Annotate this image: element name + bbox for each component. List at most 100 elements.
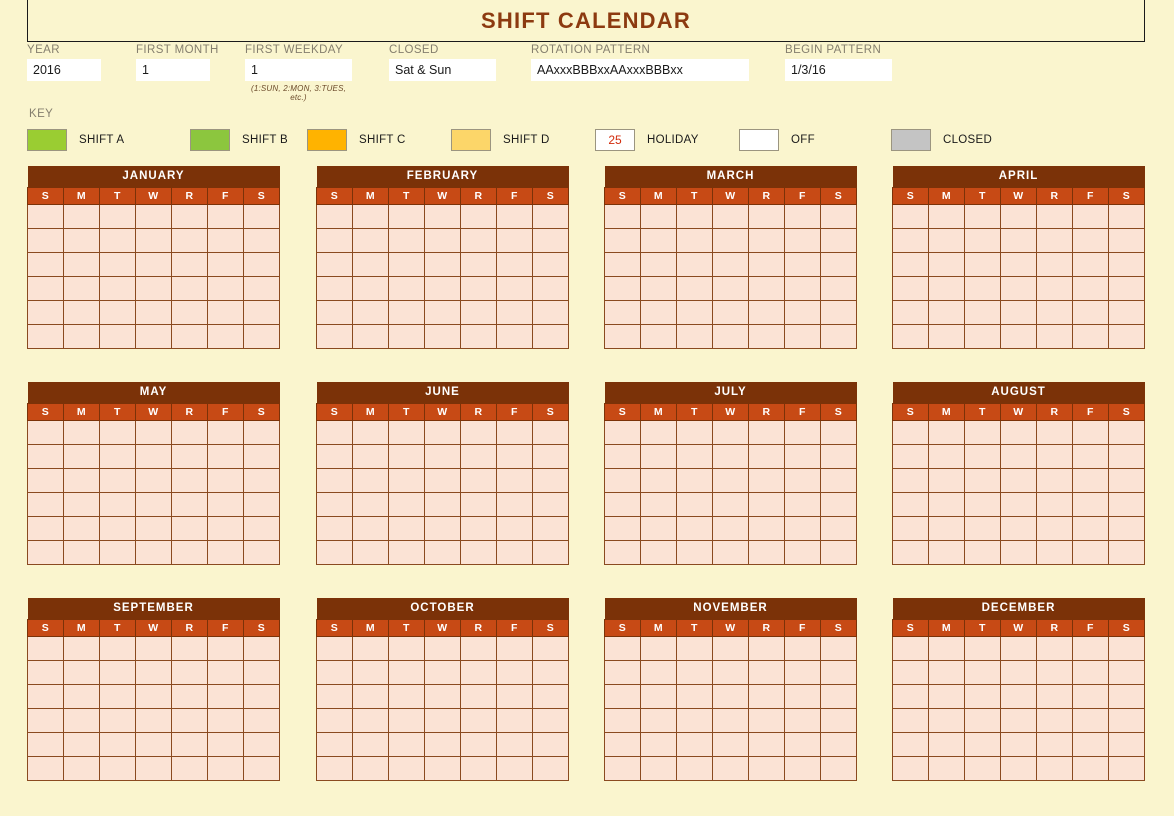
day-cell[interactable] bbox=[352, 227, 389, 253]
day-cell[interactable] bbox=[1000, 491, 1037, 517]
day-cell[interactable] bbox=[604, 755, 641, 781]
day-cell[interactable] bbox=[964, 659, 1001, 685]
day-cell[interactable] bbox=[820, 539, 857, 565]
day-cell[interactable] bbox=[604, 491, 641, 517]
day-cell[interactable] bbox=[1072, 515, 1109, 541]
day-cell[interactable] bbox=[676, 275, 713, 301]
day-cell[interactable] bbox=[676, 467, 713, 493]
day-cell[interactable] bbox=[243, 539, 280, 565]
setting-input[interactable] bbox=[785, 59, 892, 81]
day-cell[interactable] bbox=[99, 299, 136, 325]
day-cell[interactable] bbox=[1036, 299, 1073, 325]
day-cell[interactable] bbox=[135, 731, 172, 757]
day-cell[interactable] bbox=[676, 707, 713, 733]
day-cell[interactable] bbox=[1000, 755, 1037, 781]
day-cell[interactable] bbox=[1108, 443, 1145, 469]
day-cell[interactable] bbox=[820, 707, 857, 733]
day-cell[interactable] bbox=[892, 635, 929, 661]
day-cell[interactable] bbox=[99, 251, 136, 277]
day-cell[interactable] bbox=[712, 419, 749, 445]
day-cell[interactable] bbox=[532, 299, 569, 325]
day-cell[interactable] bbox=[532, 659, 569, 685]
day-cell[interactable] bbox=[1000, 467, 1037, 493]
day-cell[interactable] bbox=[243, 707, 280, 733]
day-cell[interactable] bbox=[388, 443, 425, 469]
day-cell[interactable] bbox=[352, 755, 389, 781]
day-cell[interactable] bbox=[63, 683, 100, 709]
day-cell[interactable] bbox=[1000, 203, 1037, 229]
day-cell[interactable] bbox=[892, 539, 929, 565]
day-cell[interactable] bbox=[135, 683, 172, 709]
day-cell[interactable] bbox=[207, 659, 244, 685]
day-cell[interactable] bbox=[207, 707, 244, 733]
day-cell[interactable] bbox=[207, 299, 244, 325]
day-cell[interactable] bbox=[316, 539, 353, 565]
day-cell[interactable] bbox=[1036, 275, 1073, 301]
day-cell[interactable] bbox=[928, 755, 965, 781]
day-cell[interactable] bbox=[1072, 251, 1109, 277]
day-cell[interactable] bbox=[352, 491, 389, 517]
day-cell[interactable] bbox=[63, 539, 100, 565]
day-cell[interactable] bbox=[964, 323, 1001, 349]
day-cell[interactable] bbox=[784, 539, 821, 565]
day-cell[interactable] bbox=[532, 443, 569, 469]
day-cell[interactable] bbox=[712, 467, 749, 493]
day-cell[interactable] bbox=[640, 683, 677, 709]
day-cell[interactable] bbox=[496, 515, 533, 541]
day-cell[interactable] bbox=[604, 683, 641, 709]
day-cell[interactable] bbox=[928, 731, 965, 757]
day-cell[interactable] bbox=[712, 539, 749, 565]
day-cell[interactable] bbox=[207, 491, 244, 517]
day-cell[interactable] bbox=[712, 683, 749, 709]
day-cell[interactable] bbox=[532, 539, 569, 565]
day-cell[interactable] bbox=[99, 707, 136, 733]
day-cell[interactable] bbox=[712, 443, 749, 469]
day-cell[interactable] bbox=[748, 635, 785, 661]
day-cell[interactable] bbox=[99, 635, 136, 661]
day-cell[interactable] bbox=[1108, 467, 1145, 493]
day-cell[interactable] bbox=[676, 227, 713, 253]
day-cell[interactable] bbox=[712, 323, 749, 349]
day-cell[interactable] bbox=[352, 515, 389, 541]
day-cell[interactable] bbox=[460, 299, 497, 325]
day-cell[interactable] bbox=[316, 467, 353, 493]
day-cell[interactable] bbox=[928, 467, 965, 493]
day-cell[interactable] bbox=[207, 683, 244, 709]
day-cell[interactable] bbox=[243, 419, 280, 445]
day-cell[interactable] bbox=[820, 659, 857, 685]
day-cell[interactable] bbox=[27, 251, 64, 277]
day-cell[interactable] bbox=[316, 731, 353, 757]
day-cell[interactable] bbox=[63, 755, 100, 781]
day-cell[interactable] bbox=[892, 323, 929, 349]
day-cell[interactable] bbox=[63, 275, 100, 301]
day-cell[interactable] bbox=[892, 659, 929, 685]
day-cell[interactable] bbox=[496, 539, 533, 565]
day-cell[interactable] bbox=[1000, 683, 1037, 709]
day-cell[interactable] bbox=[748, 515, 785, 541]
day-cell[interactable] bbox=[748, 707, 785, 733]
day-cell[interactable] bbox=[460, 443, 497, 469]
day-cell[interactable] bbox=[27, 491, 64, 517]
day-cell[interactable] bbox=[712, 275, 749, 301]
day-cell[interactable] bbox=[784, 203, 821, 229]
day-cell[interactable] bbox=[388, 683, 425, 709]
day-cell[interactable] bbox=[892, 515, 929, 541]
day-cell[interactable] bbox=[207, 275, 244, 301]
day-cell[interactable] bbox=[640, 203, 677, 229]
day-cell[interactable] bbox=[784, 443, 821, 469]
day-cell[interactable] bbox=[532, 227, 569, 253]
day-cell[interactable] bbox=[99, 539, 136, 565]
day-cell[interactable] bbox=[532, 203, 569, 229]
day-cell[interactable] bbox=[424, 683, 461, 709]
day-cell[interactable] bbox=[1072, 419, 1109, 445]
day-cell[interactable] bbox=[676, 299, 713, 325]
day-cell[interactable] bbox=[820, 203, 857, 229]
day-cell[interactable] bbox=[748, 683, 785, 709]
day-cell[interactable] bbox=[135, 491, 172, 517]
day-cell[interactable] bbox=[1036, 227, 1073, 253]
day-cell[interactable] bbox=[712, 707, 749, 733]
day-cell[interactable] bbox=[424, 203, 461, 229]
day-cell[interactable] bbox=[243, 683, 280, 709]
day-cell[interactable] bbox=[820, 731, 857, 757]
day-cell[interactable] bbox=[604, 275, 641, 301]
